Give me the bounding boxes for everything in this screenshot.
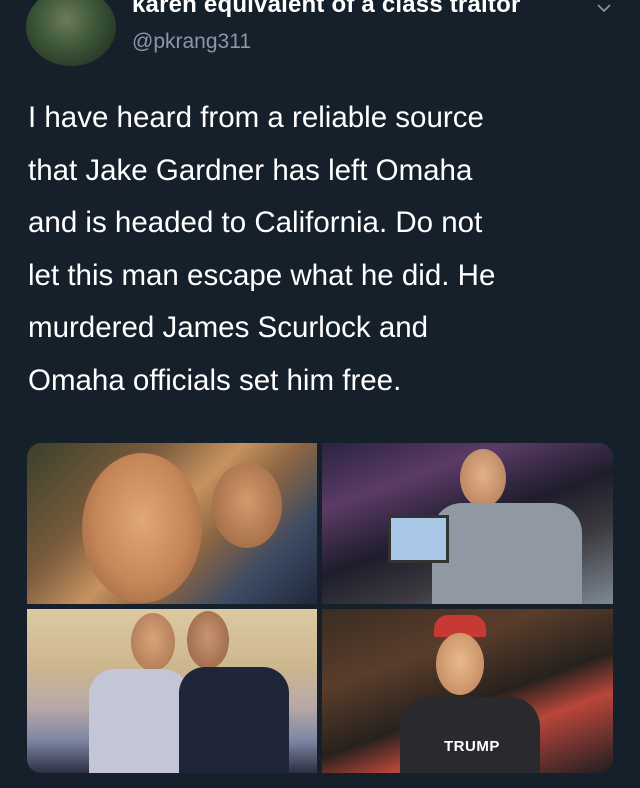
- tweet-photo-1[interactable]: [27, 443, 317, 604]
- author-avatar[interactable]: [26, 0, 116, 66]
- chevron-down-icon[interactable]: [596, 2, 612, 14]
- author-handle[interactable]: @pkrang311: [132, 30, 251, 54]
- shirt-text: TRUMP: [444, 738, 500, 755]
- tweet-photo-2[interactable]: [322, 443, 613, 604]
- tweet-media-grid[interactable]: TRUMP: [27, 443, 613, 773]
- author-display-name[interactable]: karen equivalent of a class traitor: [132, 0, 520, 19]
- tweet-photo-3[interactable]: [27, 609, 317, 773]
- tweet-photo-4[interactable]: TRUMP: [322, 609, 613, 773]
- tweet-text: I have heard from a reliable source that…: [28, 101, 496, 397]
